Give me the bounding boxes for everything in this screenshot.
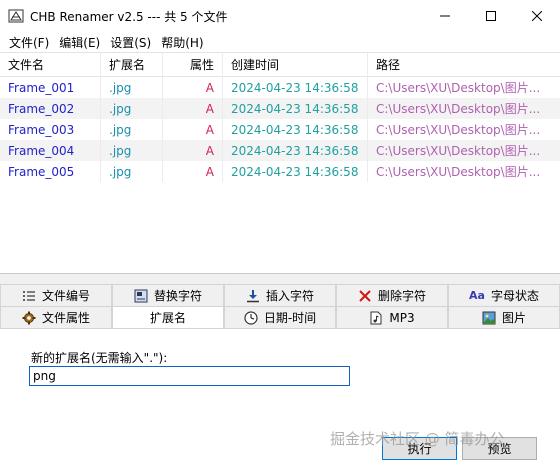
cell-attr: A [163, 77, 223, 98]
menu-settings[interactable]: 设置(S) [105, 34, 156, 51]
cell-name: Frame_002 [0, 98, 101, 119]
cell-time: 2024-04-23 14:36:58 [223, 119, 368, 140]
cell-ext: .jpg [101, 98, 163, 119]
column-header-path[interactable]: 路径 [368, 53, 560, 76]
cell-path: C:\Users\XU\Desktop\图片... [376, 144, 541, 158]
cell-ext: .jpg [101, 119, 163, 140]
tab-image[interactable]: 图片 [448, 306, 560, 328]
menu-file[interactable]: 文件(F) [4, 34, 54, 51]
tab-label: 扩展名 [149, 311, 186, 325]
cell-ext: .jpg [101, 77, 163, 98]
cell-name: Frame_005 [0, 161, 101, 182]
table-row[interactable]: Frame_005 .jpg A 2024-04-23 14:36:58 C:\… [0, 161, 560, 182]
tab-delete-chars[interactable]: 删除字符 [336, 284, 448, 306]
list-numbered-icon [22, 289, 36, 303]
image-icon [482, 311, 496, 325]
cell-path: C:\Users\XU\Desktop\图片... [376, 165, 541, 179]
maximize-button[interactable] [468, 0, 514, 32]
tab-label: 文件属性 [41, 311, 90, 325]
splitter[interactable] [0, 274, 560, 284]
extension-panel: 新的扩展名(无需输入"."): 执行 预览 [0, 328, 560, 463]
cell-time: 2024-04-23 14:36:58 [223, 140, 368, 161]
cell-path: C:\Users\XU\Desktop\图片... [376, 102, 541, 116]
tab-replace-chars[interactable]: 替换字符 [112, 284, 224, 306]
close-button[interactable] [514, 0, 560, 32]
cell-name: Frame_004 [0, 140, 101, 161]
tab-label: 文件编号 [41, 289, 90, 303]
delete-x-icon [358, 289, 372, 303]
minimize-button[interactable] [422, 0, 468, 32]
column-header-name[interactable]: 文件名 [0, 53, 101, 76]
app-icon [8, 9, 24, 23]
menu-help[interactable]: 帮助(H) [156, 34, 208, 51]
run-button[interactable]: 执行 [382, 437, 457, 460]
function-tabs: 文件编号 替换字符 插入字符 删除字符 Aa 字母状态 文件属性 扩展名 日期-… [0, 284, 560, 328]
tab-label: 日期-时间 [263, 311, 317, 325]
column-header-ext[interactable]: 扩展名 [101, 53, 163, 76]
table-row[interactable]: Frame_003 .jpg A 2024-04-23 14:36:58 C:\… [0, 119, 560, 140]
table-row[interactable]: Frame_001 .jpg A 2024-04-23 14:36:58 C:\… [0, 77, 560, 98]
cell-name: Frame_001 [0, 77, 101, 98]
cell-attr: A [163, 98, 223, 119]
preview-button[interactable]: 预览 [462, 437, 537, 460]
tab-row-2: 文件属性 扩展名 日期-时间 MP3 图片 [0, 306, 560, 328]
title-bar: CHB Renamer v2.5 --- 共 5 个文件 [0, 0, 560, 32]
cell-attr: A [163, 161, 223, 182]
cell-attr: A [163, 119, 223, 140]
tab-date-time[interactable]: 日期-时间 [224, 306, 336, 328]
tab-row-1: 文件编号 替换字符 插入字符 删除字符 Aa 字母状态 [0, 284, 560, 306]
tab-label: 插入字符 [265, 289, 314, 303]
cell-attr: A [163, 140, 223, 161]
tab-file-number[interactable]: 文件编号 [0, 284, 112, 306]
cell-path: C:\Users\XU\Desktop\图片... [376, 123, 541, 137]
file-list[interactable]: 文件名 扩展名 属性 创建时间 路径 Frame_001 .jpg A 2024… [0, 52, 560, 274]
cell-time: 2024-04-23 14:36:58 [223, 161, 368, 182]
cell-ext: .jpg [101, 140, 163, 161]
window-controls [422, 0, 560, 32]
column-header-time[interactable]: 创建时间 [223, 53, 368, 76]
minimize-icon [440, 15, 450, 17]
tab-label: 图片 [501, 311, 526, 325]
window-title: CHB Renamer v2.5 --- 共 5 个文件 [30, 9, 228, 24]
table-row[interactable]: Frame_002 .jpg A 2024-04-23 14:36:58 C:\… [0, 98, 560, 119]
cell-name: Frame_003 [0, 119, 101, 140]
table-row[interactable]: Frame_004 .jpg A 2024-04-23 14:36:58 C:\… [0, 140, 560, 161]
extension-input[interactable] [29, 366, 350, 386]
tab-label: 删除字符 [377, 289, 426, 303]
extension-label: 新的扩展名(无需输入"."): [31, 351, 168, 365]
cell-time: 2024-04-23 14:36:58 [223, 98, 368, 119]
maximize-icon [486, 11, 496, 21]
close-icon [532, 11, 542, 21]
tab-file-attributes[interactable]: 文件属性 [0, 306, 112, 328]
tab-label: MP3 [389, 310, 415, 325]
replace-icon [134, 289, 148, 303]
tab-mp3[interactable]: MP3 [336, 306, 448, 328]
file-list-header: 文件名 扩展名 属性 创建时间 路径 [0, 53, 560, 77]
tab-label: 字母状态 [490, 289, 539, 303]
music-file-icon [369, 311, 383, 325]
column-header-attr[interactable]: 属性 [163, 53, 223, 76]
tab-label: 替换字符 [153, 289, 202, 303]
cell-ext: .jpg [101, 161, 163, 182]
gear-icon [22, 311, 36, 325]
insert-arrow-icon [246, 289, 260, 303]
cell-path: C:\Users\XU\Desktop\图片... [376, 81, 541, 95]
clock-icon [244, 310, 258, 325]
menu-bar: 文件(F) 编辑(E) 设置(S) 帮助(H) [0, 32, 560, 52]
menu-edit[interactable]: 编辑(E) [54, 34, 105, 51]
cell-time: 2024-04-23 14:36:58 [223, 77, 368, 98]
tab-insert-chars[interactable]: 插入字符 [224, 284, 336, 306]
tab-extension[interactable]: 扩展名 [112, 306, 224, 328]
letter-case-icon: Aa [469, 289, 485, 302]
tab-letter-case[interactable]: Aa 字母状态 [448, 284, 560, 306]
